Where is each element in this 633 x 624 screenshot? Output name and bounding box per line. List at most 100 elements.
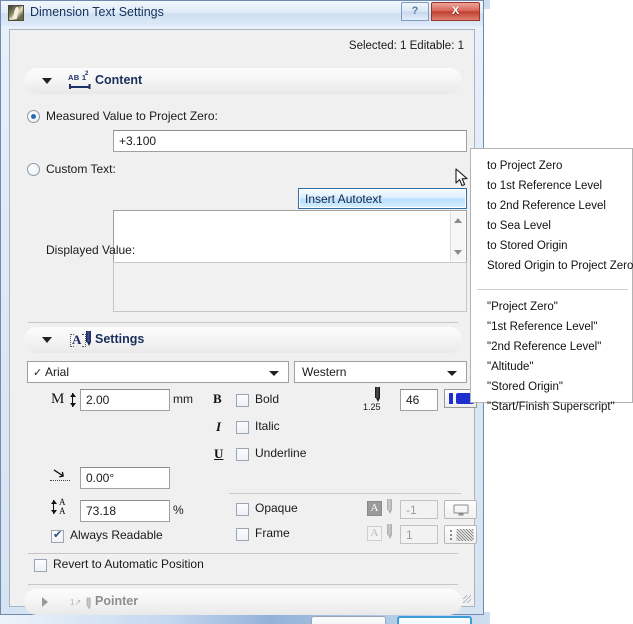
scroll-up-icon[interactable] <box>454 218 462 223</box>
window-title: Dimension Text Settings <box>30 5 164 19</box>
app-icon <box>8 5 24 21</box>
checkbox-underline[interactable] <box>236 448 249 461</box>
divider-right-column <box>229 493 461 494</box>
menu-item-to-project-zero[interactable]: to Project Zero <box>487 160 562 172</box>
checkbox-bold[interactable] <box>236 394 249 407</box>
divider-revert <box>28 553 458 554</box>
line-spacing-field[interactable]: 73.18 <box>80 500 170 522</box>
label-measured-value: Measured Value to Project Zero: <box>46 109 218 123</box>
label-size-unit: mm <box>173 392 193 406</box>
text-angle-field[interactable]: 0.00° <box>80 467 170 489</box>
font-family-combo[interactable]: ✓ Arial <box>27 361 289 383</box>
label-custom-text: Custom Text: <box>46 162 116 176</box>
section-header-pointer[interactable]: 1↗ Pointer <box>24 589 462 615</box>
dimension-text-settings-window: Dimension Text Settings ? X Selected: 1 … <box>0 0 484 624</box>
checkbox-italic[interactable] <box>236 421 249 434</box>
label-pen-weight: 1.25 <box>363 402 381 412</box>
label-revert-automatic-position: Revert to Automatic Position <box>53 557 204 571</box>
section-label-settings: Settings <box>95 332 145 346</box>
help-button[interactable]: ? <box>401 2 429 21</box>
label-line-spacing-unit: % <box>173 503 184 517</box>
title-bar[interactable]: Dimension Text Settings ? X <box>1 1 483 26</box>
mouse-cursor <box>455 168 468 187</box>
menu-item-to-sea-level[interactable]: to Sea Level <box>487 220 551 232</box>
menu-item-to-1st-reference-level[interactable]: to 1st Reference Level <box>487 180 602 192</box>
opaque-pen-number-field[interactable]: -1 <box>400 500 438 519</box>
script-combo[interactable]: Western <box>294 361 467 383</box>
chevron-down-icon <box>447 371 457 376</box>
italic-glyph-icon: I <box>216 419 222 434</box>
chevron-down-icon <box>269 371 279 376</box>
checkbox-frame[interactable] <box>236 528 249 541</box>
menu-item-to-2nd-reference-level[interactable]: to 2nd Reference Level <box>487 200 606 212</box>
frame-pen-number-field[interactable]: 1 <box>400 525 438 544</box>
dotted-line-icon <box>450 530 452 542</box>
resize-grip[interactable] <box>463 595 471 603</box>
custom-text-scrollbar[interactable] <box>450 212 465 261</box>
label-bold: Bold <box>255 392 280 406</box>
menu-item-stored-origin-to-project-zero[interactable]: Stored Origin to Project Zero <box>487 260 633 272</box>
menu-item-quoted-start-finish-superscript[interactable]: "Start/Finish Superscript" <box>487 401 615 413</box>
frame-a-icon[interactable]: A <box>367 526 382 541</box>
underline-glyph-icon: U <box>214 446 224 461</box>
pointer-pen-icon: 1↗ <box>70 595 96 610</box>
radio-custom-text[interactable] <box>27 163 40 176</box>
section-label-content: Content <box>95 73 143 87</box>
checkbox-opaque[interactable] <box>236 503 249 516</box>
custom-text-area[interactable] <box>113 210 467 263</box>
label-underline: Underline <box>255 446 307 460</box>
menu-item-quoted-stored-origin[interactable]: "Stored Origin" <box>487 381 563 393</box>
divider-pointer <box>28 584 458 585</box>
menu-item-to-stored-origin[interactable]: to Stored Origin <box>487 240 568 252</box>
close-button[interactable]: X <box>431 2 480 21</box>
font-family-value: Arial <box>45 365 70 379</box>
scroll-down-icon[interactable] <box>454 250 462 255</box>
cancel-button[interactable]: Cancel <box>311 616 386 624</box>
displayed-value-area <box>113 262 467 312</box>
pen-number-field[interactable]: 46 <box>400 389 438 411</box>
opaque-background-button[interactable] <box>444 500 477 519</box>
insert-autotext-menu: to Project Zero to 1st Reference Level t… <box>470 148 633 413</box>
label-displayed-value: Displayed Value: <box>46 243 136 257</box>
radio-measured-value[interactable] <box>27 110 40 123</box>
chevron-right-icon <box>42 597 48 607</box>
insert-autotext-button[interactable]: Insert Autotext <box>298 188 467 209</box>
bold-glyph-icon: B <box>213 391 222 406</box>
text-height-icon: M <box>51 391 77 409</box>
menu-item-quoted-altitude[interactable]: "Altitude" <box>487 361 534 373</box>
label-always-readable: Always Readable <box>70 528 163 542</box>
check-icon: ✓ <box>33 367 43 379</box>
label-opaque: Opaque <box>255 501 298 515</box>
pen-weight-icon <box>375 387 381 402</box>
dialog-body: Selected: 1 Editable: 1 AB 12 Content Me… <box>9 29 477 624</box>
section-header-settings[interactable]: A Settings <box>24 327 462 353</box>
text-size-field[interactable]: 2.00 <box>80 389 170 411</box>
menu-item-quoted-2nd-reference-level[interactable]: "2nd Reference Level" <box>487 341 601 353</box>
menu-item-quoted-project-zero[interactable]: "Project Zero" <box>487 301 558 313</box>
frame-fill-button[interactable] <box>444 525 477 544</box>
measured-value-field[interactable]: +3.100 <box>113 130 467 152</box>
label-italic: Italic <box>255 419 280 433</box>
screen: Dimension Text Settings ? X Selected: 1 … <box>0 0 633 624</box>
opaque-a-icon[interactable]: A <box>367 501 382 516</box>
text-pen-icon: A <box>70 331 94 351</box>
text-angle-icon: ↘ <box>50 462 72 483</box>
menu-divider <box>477 289 628 290</box>
chevron-down-icon <box>42 78 52 84</box>
section-label-pointer: Pointer <box>95 594 139 608</box>
script-value: Western <box>302 365 347 379</box>
label-frame: Frame <box>255 526 290 540</box>
checkbox-revert-automatic-position[interactable] <box>34 559 47 572</box>
ok-button[interactable]: OK <box>397 616 472 624</box>
divider-settings <box>28 322 458 323</box>
pen-color-bar <box>449 393 453 404</box>
section-header-content[interactable]: AB 12 Content <box>24 68 462 94</box>
checkbox-always-readable[interactable] <box>51 528 64 543</box>
hatch-pattern-icon <box>456 528 474 541</box>
chevron-down-icon <box>42 337 52 343</box>
frame-pen-icon[interactable] <box>387 524 393 539</box>
line-spacing-icon: A A <box>50 497 72 518</box>
selection-status: Selected: 1 Editable: 1 <box>348 40 464 52</box>
menu-item-quoted-1st-reference-level[interactable]: "1st Reference Level" <box>487 321 597 333</box>
opaque-pen-icon[interactable] <box>387 499 393 514</box>
